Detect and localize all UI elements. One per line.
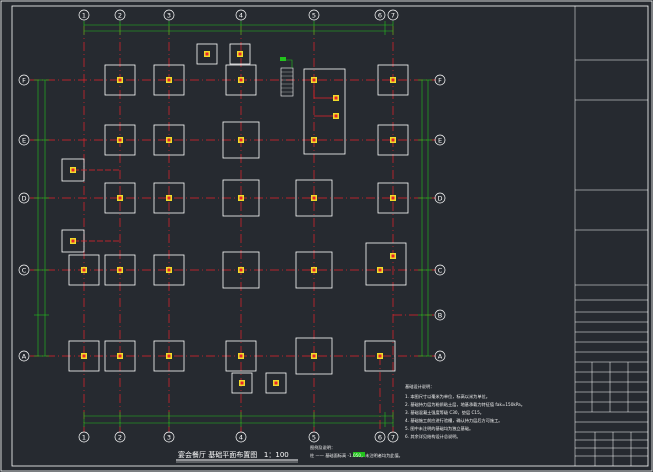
column-pier-core [167,354,171,358]
column-pier-core [167,268,171,272]
axis-bubble-right-C-label: C [438,266,443,274]
axis-bubble-top-4-label: 4 [239,11,243,19]
note-line-2: 2. 基础持力层为粉质粘土层，地基承载力特征值 fak=150kPa。 [405,402,525,407]
axis-bubble-right-A-label: A [438,352,443,360]
column-pier-core [391,138,395,142]
axis-bubble-top-3-label: 3 [167,11,171,19]
note-line-6: 6. 其余详见结构设计总说明。 [405,434,461,439]
column-pier-core [118,354,122,358]
column-pier-core [239,78,243,82]
column-pier-core [239,196,243,200]
column-pier-core [167,138,171,142]
axis-bubble-top-1-label: 1 [82,11,86,19]
axis-bubble-top-5-label: 5 [312,11,316,19]
column-pier-core [274,381,278,385]
axis-bubble-left-F-label: F [22,76,26,84]
column-pier-core [334,114,338,118]
axis-bubble-left-E-label: E [22,136,26,144]
axis-bubble-right-F-label: F [438,76,442,84]
column-pier-core [71,168,75,172]
column-pier-core [378,354,382,358]
foundation-plan-drawing: 1 1 2 2 3 3 4 4 5 5 6 6 7 7 F F E E D D C C B A A [0,0,653,472]
column-pier-core [82,354,86,358]
axis-bubble-top-7-label: 7 [391,11,395,19]
drawing-title-text: 宴会餐厅 基础平面布置图 [178,451,258,459]
column-pier-core [238,52,242,56]
column-pier-core [391,254,395,258]
legend-line: 柱 —— 基础面标高 -1.050，未注明者均为此值。 [310,453,403,458]
axis-bubble-left-C-label: C [22,266,27,274]
axis-bubble-right-D-label: D [437,194,442,202]
axis-bubble-bottom-7-label: 7 [391,433,395,441]
column-pier-core [312,196,316,200]
title-underline [176,459,298,463]
axis-bubble-left-A-label: A [22,352,27,360]
column-pier-core [118,196,122,200]
notes-heading: 基础设计说明： [405,384,435,389]
column-pier-core [118,138,122,142]
column-pier-core [240,381,244,385]
column-pier-core [82,268,86,272]
column-pier-core [312,138,316,142]
hatched-pit [280,67,294,97]
dimension-lines [34,21,432,427]
note-line-1: 1. 本图尺寸以毫米为单位，标高以米为单位。 [405,394,490,399]
axis-bubble-right-E-label: E [438,136,442,144]
column-pier-core [378,268,382,272]
title-block [574,6,648,466]
combined-footing [303,68,346,155]
column-pier-core [167,196,171,200]
column-pier-core [239,268,243,272]
column-pier-core [239,138,243,142]
hatch-pattern [281,71,293,93]
column-pier-core [239,354,243,358]
axis-bubble-top-2-label: 2 [118,11,122,19]
tie-beam [313,80,336,99]
column-pier-core [312,354,316,358]
column-pier-core [205,52,209,56]
column-pier-core [391,78,395,82]
axis-bubble-bottom-3-label: 3 [167,433,171,441]
column-pier-core [118,268,122,272]
column-pier-core [118,78,122,82]
axis-bubble-right-B-label: B [438,311,442,319]
pit-leader [284,59,293,68]
axis-bubble-bottom-5-label: 5 [312,433,316,441]
sheet-outer-frame [0,0,653,472]
column-pier-core [334,96,338,100]
pit-tag [280,57,286,61]
axis-bubble-left-D-label: D [21,194,26,202]
legend-heading: 图例及说明： [310,445,336,450]
footings [61,43,409,394]
column-pier-core [391,196,395,200]
axis-bubble-bottom-4-label: 4 [239,433,243,441]
axis-bubble-top-6-label: 6 [378,11,382,19]
note-line-3: 3. 基础混凝土强度等级 C30，垫层 C15。 [405,410,484,415]
axis-bubble-bottom-6-label: 6 [378,433,382,441]
note-line-4: 4. 基础施工前应进行验槽，确认持力层后方可施工。 [405,418,503,423]
column-pier-core [312,78,316,82]
column-pier-core [71,239,75,243]
sheet-inner-frame [11,5,649,467]
column-pier-core [312,268,316,272]
column-pier-core [167,78,171,82]
axis-bubble-bottom-2-label: 2 [118,433,122,441]
footing [365,242,407,286]
axis-bubble-bottom-1-label: 1 [82,433,86,441]
drawing-scale: 1：100 [263,451,289,459]
note-line-5: 5. 图中未注明的基础均为独立基础。 [405,426,474,431]
